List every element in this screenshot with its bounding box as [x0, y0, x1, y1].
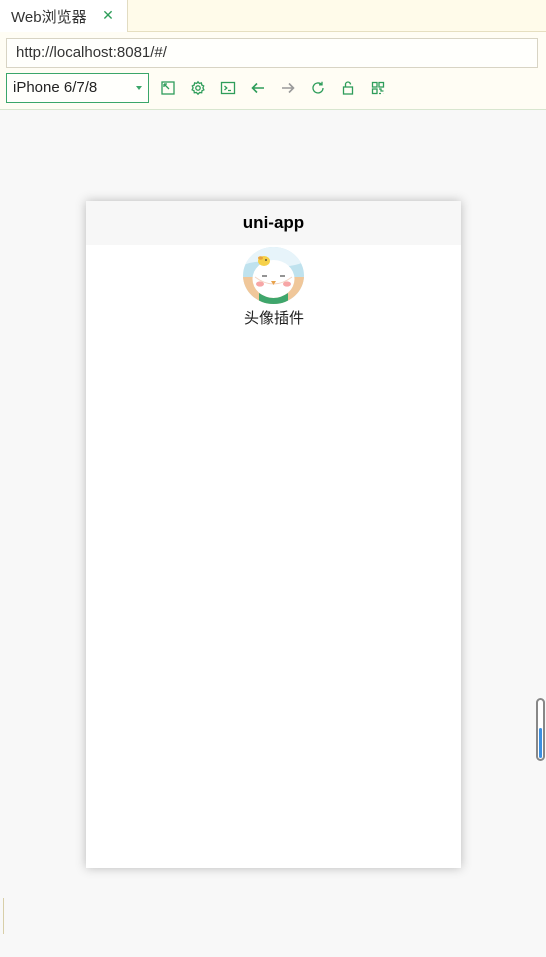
device-select-label: iPhone 6/7/8 [13, 79, 98, 96]
page-title: uni-app [242, 213, 305, 232]
avatar-plugin-label: 头像插件 [243, 310, 304, 327]
qrcode-icon[interactable] [368, 78, 388, 98]
divider [3, 898, 4, 934]
scroll-indicator[interactable] [536, 698, 545, 761]
tab-label: Web浏览器 [11, 8, 87, 26]
tab-web-browser[interactable]: Web浏览器 ✕ [0, 0, 128, 32]
tab-bar: Web浏览器 ✕ [0, 0, 546, 32]
avatar-image [243, 247, 304, 304]
reload-icon[interactable] [308, 78, 328, 98]
device-viewport: uni-app 头像插件 [86, 201, 461, 868]
chevron-down-icon [136, 86, 142, 90]
browser-toolbar: http://localhost:8081/#/ iPhone 6/7/8 [0, 32, 546, 110]
resize-icon[interactable] [158, 78, 178, 98]
forward-arrow-icon[interactable] [278, 78, 298, 98]
settings-icon[interactable] [188, 78, 208, 98]
device-select[interactable]: iPhone 6/7/8 [6, 73, 149, 103]
lock-icon[interactable] [338, 78, 358, 98]
back-arrow-icon[interactable] [248, 78, 268, 98]
scroll-indicator-thumb [539, 728, 542, 758]
close-icon[interactable]: ✕ [101, 7, 115, 23]
app-navbar: uni-app [86, 201, 461, 245]
console-icon[interactable] [218, 78, 238, 98]
address-bar[interactable]: http://localhost:8081/#/ [6, 38, 538, 68]
avatar-plugin-item[interactable]: 头像插件 [229, 247, 319, 327]
